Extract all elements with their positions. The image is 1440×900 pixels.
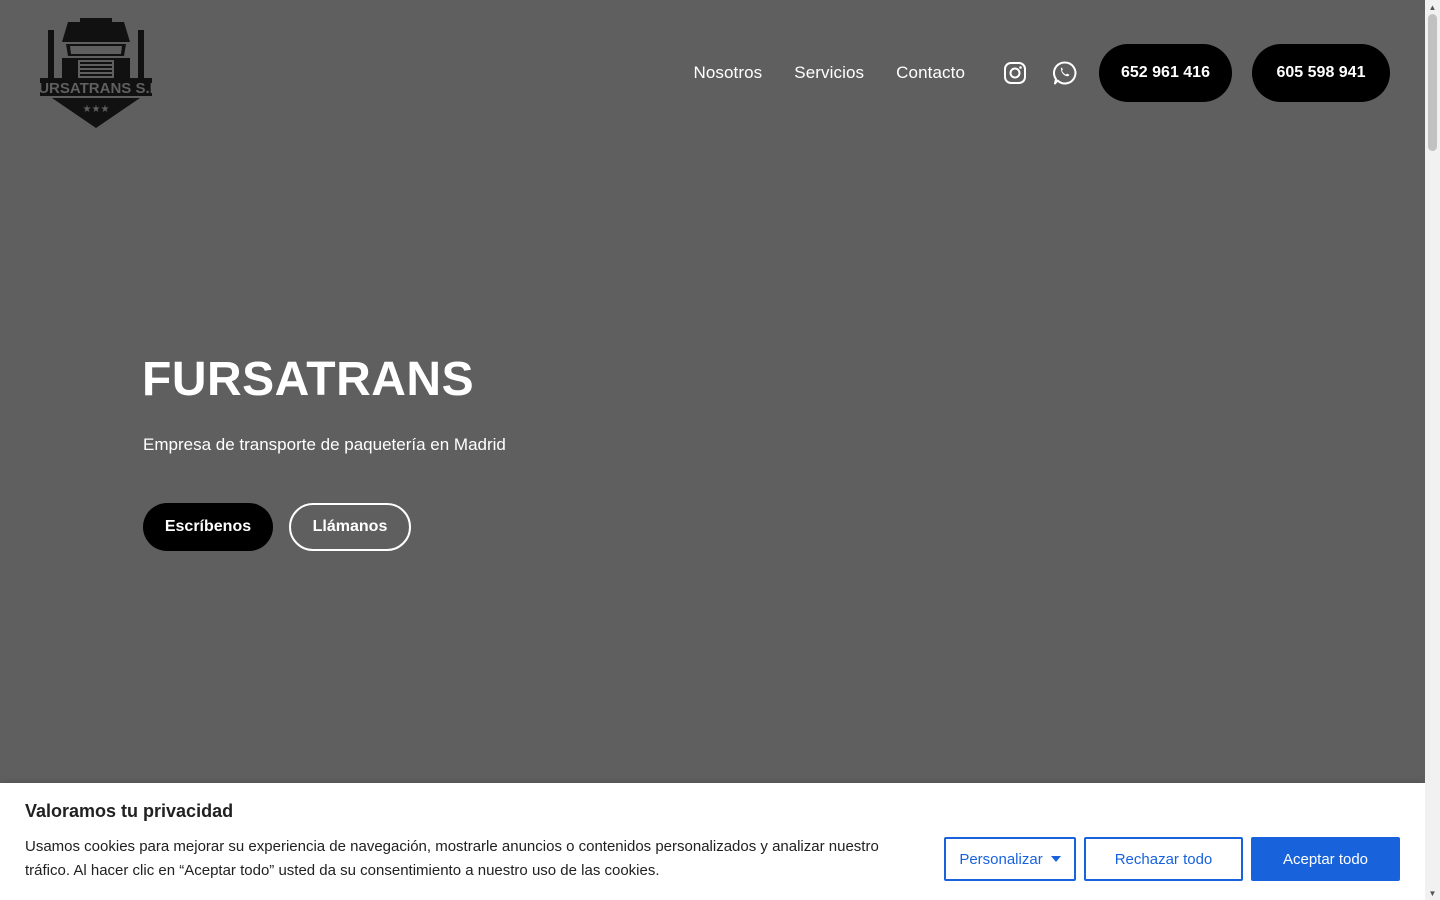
customize-button[interactable]: Personalizar (944, 837, 1076, 881)
page: FURSATRANS S.L. ★★★ Nosotros Servicios C… (0, 0, 1425, 900)
cookie-banner: Valoramos tu privacidad Usamos cookies p… (0, 783, 1425, 900)
customize-button-label: Personalizar (959, 850, 1043, 868)
truck-logo-icon: FURSATRANS S.L. ★★★ (29, 18, 163, 128)
svg-text:★★★: ★★★ (83, 104, 110, 115)
scroll-up-icon[interactable]: ▲ (1425, 0, 1440, 14)
nav-link-nosotros[interactable]: Nosotros (693, 63, 762, 83)
phone-button-2[interactable]: 605 598 941 (1252, 44, 1390, 102)
scrollbar-thumb[interactable] (1428, 14, 1437, 151)
hero-title: FURSATRANS (142, 353, 475, 406)
call-us-button[interactable]: Llámanos (289, 503, 411, 551)
svg-text:FURSATRANS S.L.: FURSATRANS S.L. (38, 80, 154, 97)
vertical-scrollbar[interactable]: ▲ ▼ (1425, 0, 1440, 900)
main-nav: Nosotros Servicios Contacto 652 961 416 … (693, 44, 1390, 102)
company-logo[interactable]: FURSATRANS S.L. ★★★ (29, 16, 163, 132)
cookie-banner-title: Valoramos tu privacidad (25, 801, 234, 821)
scroll-down-icon[interactable]: ▼ (1425, 886, 1440, 900)
caret-down-icon (1050, 856, 1061, 862)
nav-link-servicios[interactable]: Servicios (794, 63, 864, 83)
accept-all-button[interactable]: Aceptar todo (1251, 837, 1400, 881)
hero-subtitle: Empresa de transporte de paquetería en M… (143, 435, 506, 454)
cookie-banner-text: Usamos cookies para mejorar su experienc… (25, 838, 879, 879)
whatsapp-icon[interactable] (1051, 59, 1079, 87)
nav-link-contacto[interactable]: Contacto (896, 63, 965, 83)
phone-button-1[interactable]: 652 961 416 (1099, 44, 1232, 102)
instagram-icon[interactable] (1001, 59, 1029, 87)
reject-all-button[interactable]: Rechazar todo (1084, 837, 1243, 881)
write-us-button[interactable]: Escríbenos (143, 503, 273, 551)
